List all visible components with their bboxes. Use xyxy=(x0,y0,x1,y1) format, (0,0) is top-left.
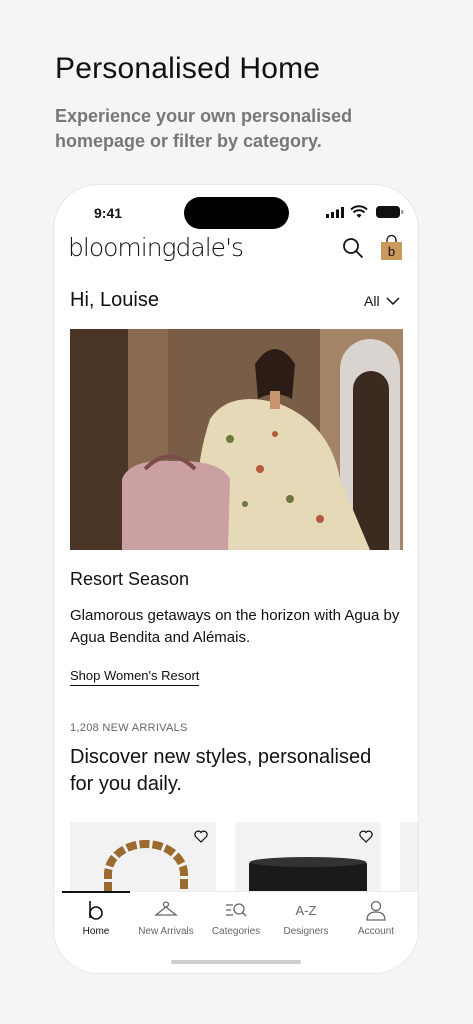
person-icon xyxy=(366,900,386,921)
dynamic-island xyxy=(184,197,289,229)
status-time: 9:41 xyxy=(94,205,123,221)
promo-subtitle: Experience your own personalised homepag… xyxy=(55,106,353,151)
b-logo-icon xyxy=(89,901,103,920)
filter-dropdown[interactable]: All xyxy=(364,293,400,309)
tab-label: Home xyxy=(82,926,110,937)
app-header: bloomingdale's b xyxy=(54,231,418,271)
cellular-signal-icon xyxy=(326,207,344,218)
chevron-down-icon xyxy=(386,296,400,305)
tab-designers[interactable]: A-Z Designers xyxy=(271,898,341,937)
tab-home[interactable]: Home xyxy=(61,898,131,937)
greeting-text: Hi, Louise xyxy=(70,289,159,311)
tab-account[interactable]: Account xyxy=(341,898,411,937)
filter-label: All xyxy=(364,293,380,309)
shopping-bag-icon[interactable]: b xyxy=(380,235,403,261)
promo-title: Personalised Home xyxy=(55,52,321,85)
tab-label: New Arrivals xyxy=(138,926,194,937)
feature-title: Resort Season xyxy=(70,569,190,589)
feature-description: Glamorous getaways on the horizon with A… xyxy=(70,607,400,646)
product-card[interactable] xyxy=(400,822,418,892)
hanger-icon xyxy=(154,901,178,916)
hero-photo-illustration xyxy=(70,329,403,550)
tab-label: Account xyxy=(357,926,395,937)
wifi-icon xyxy=(350,205,368,218)
search-icon[interactable] xyxy=(342,237,364,259)
tab-categories[interactable]: Categories xyxy=(201,898,271,937)
svg-text:A-Z: A-Z xyxy=(296,903,317,918)
tab-label: Categories xyxy=(211,926,261,937)
a-z-icon: A-Z xyxy=(296,903,317,918)
hero-image[interactable] xyxy=(70,329,403,550)
tab-label: Designers xyxy=(283,926,329,937)
product-image-candle xyxy=(249,857,367,892)
bag-letter: b xyxy=(388,244,395,259)
new-arrivals-count: 1,208 NEW ARRIVALS xyxy=(70,722,188,734)
phone-screen: 9:41 bloomingdale's b Hi, Louise All Res… xyxy=(54,185,418,973)
new-arrivals-title: Discover new styles, personalised for yo… xyxy=(70,746,372,795)
product-card[interactable] xyxy=(70,822,216,892)
shop-womens-resort-link[interactable]: Shop Women's Resort xyxy=(70,668,200,686)
tab-new-arrivals[interactable]: New Arrivals xyxy=(131,898,201,937)
bloomingdales-logo[interactable]: bloomingdale's xyxy=(68,233,244,262)
battery-icon xyxy=(376,206,404,218)
product-card[interactable] xyxy=(235,822,381,892)
product-image-bag xyxy=(104,840,188,892)
categories-search-icon xyxy=(226,903,247,917)
home-indicator xyxy=(171,960,301,964)
active-tab-indicator xyxy=(62,891,130,893)
